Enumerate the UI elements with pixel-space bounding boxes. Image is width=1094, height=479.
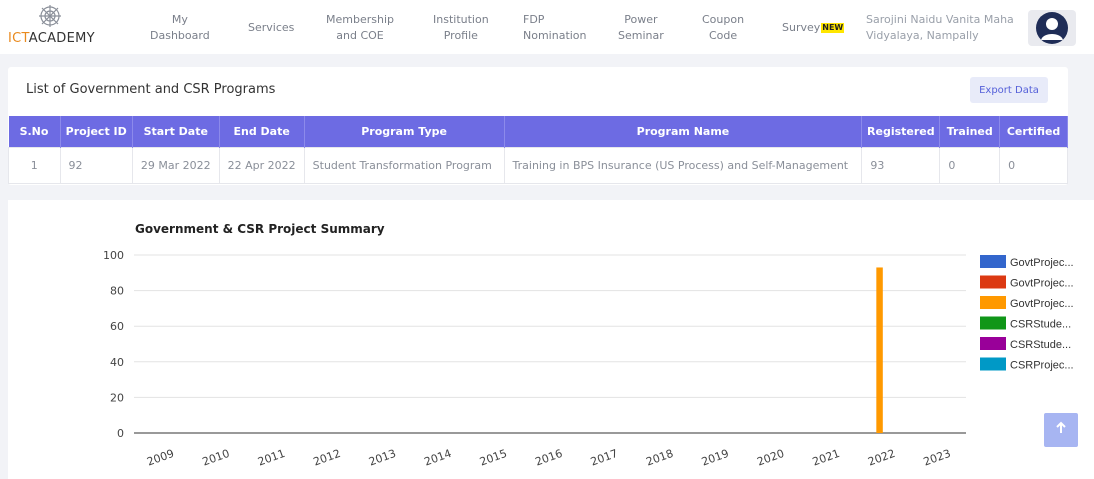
programs-card: List of Government and CSR Programs Expo… — [8, 67, 1068, 185]
x-tick-label: 2009 — [145, 447, 176, 469]
logo-mark-icon — [39, 5, 61, 27]
nav-survey-label: Survey — [782, 21, 821, 34]
y-tick-label: 80 — [110, 285, 124, 298]
export-data-button[interactable]: Export Data — [970, 77, 1048, 103]
legend-label: CSRProjec... — [1010, 360, 1074, 372]
legend-label: GovtProjec... — [1010, 257, 1074, 269]
cell-program-name: Training in BPS Insurance (US Process) a… — [503, 146, 863, 184]
x-tick-label: 2022 — [866, 447, 897, 469]
cell-project-id: 92 — [59, 146, 133, 184]
nav-fdp-nomination[interactable]: FDP Nomination — [523, 12, 587, 44]
project-summary-chart: 0 20 40 60 80 100 2009 2010 2011 2012 2013 2014 2015… — [103, 249, 1074, 469]
y-tick-label: 0 — [117, 427, 124, 440]
column-header-program-name[interactable]: Program Name — [504, 116, 863, 147]
x-tick-label: 2016 — [533, 447, 564, 469]
x-tick-label: 2011 — [256, 447, 287, 469]
x-tick-label: 2021 — [811, 447, 842, 469]
cell-sno: 1 — [8, 146, 61, 184]
table-row[interactable]: 1 92 29 Mar 2022 22 Apr 2022 Student Tra… — [8, 146, 1068, 184]
legend-label: CSRStude... — [1010, 319, 1071, 331]
logo-text: ICTACADEMY — [8, 31, 95, 46]
user-menu[interactable] — [1028, 10, 1076, 46]
x-tick-label: 2019 — [700, 447, 731, 469]
y-tick-label: 60 — [110, 320, 124, 333]
column-header-program-type[interactable]: Program Type — [304, 116, 505, 147]
nav-coupon-code[interactable]: Coupon Code — [702, 12, 744, 44]
programs-title: List of Government and CSR Programs — [26, 82, 276, 97]
column-header-registered[interactable]: Registered — [861, 116, 941, 147]
nav-institution-profile[interactable]: Institution Profile — [433, 12, 489, 44]
column-header-trained[interactable]: Trained — [939, 116, 1001, 147]
legend-label: CSRStude... — [1010, 339, 1071, 351]
x-tick-label: 2014 — [422, 447, 453, 469]
ict-academy-logo[interactable]: ICTACADEMY — [8, 4, 118, 50]
x-tick-label: 2013 — [367, 447, 398, 469]
top-navigation-bar: ICTACADEMY My Dashboard Services Members… — [0, 0, 1094, 54]
arrow-up-icon — [1056, 421, 1066, 433]
nav-services[interactable]: Services — [248, 20, 294, 36]
nav-membership-coe[interactable]: Membership and COE — [326, 12, 394, 44]
y-tick-label: 20 — [110, 391, 124, 404]
column-header-certified[interactable]: Certified — [999, 116, 1068, 147]
college-name: Sarojini Naidu Vanita Maha Vidyalaya, Na… — [866, 13, 1014, 42]
column-header-end-date[interactable]: End Date — [219, 116, 305, 147]
legend-label: GovtProjec... — [1010, 298, 1074, 310]
nav-survey[interactable]: Survey NEW — [782, 20, 845, 36]
nav-power-seminar[interactable]: Power Seminar — [618, 12, 664, 44]
legend-swatch — [980, 337, 1006, 350]
chart-card: Government & CSR Project Summary 0 20 40 60… — [8, 200, 1094, 479]
legend-label: GovtProjec... — [1010, 278, 1074, 290]
user-circle-icon — [1036, 12, 1068, 44]
legend-swatch — [980, 255, 1006, 268]
cell-end-date: 22 Apr 2022 — [218, 146, 305, 184]
scroll-to-top-button[interactable] — [1044, 413, 1078, 447]
legend-swatch — [980, 357, 1006, 371]
legend-swatch — [980, 296, 1006, 309]
y-tick-label: 100 — [103, 249, 124, 262]
column-header-project-id[interactable]: Project ID — [60, 116, 133, 147]
x-tick-label: 2015 — [478, 447, 509, 469]
x-tick-label: 2020 — [755, 447, 786, 469]
x-tick-label: 2017 — [589, 447, 620, 469]
legend-swatch — [980, 316, 1006, 330]
cell-registered: 93 — [861, 146, 941, 184]
column-header-start-date[interactable]: Start Date — [132, 116, 220, 147]
cell-start-date: 29 Mar 2022 — [131, 146, 220, 184]
cell-trained: 0 — [939, 146, 1001, 184]
x-tick-label: 2012 — [312, 447, 343, 469]
x-tick-label: 2010 — [201, 447, 232, 469]
cell-program-type: Student Transformation Program — [303, 146, 505, 184]
programs-table: S.No Project ID Start Date End Date Prog… — [8, 116, 1068, 184]
column-header-sno[interactable]: S.No — [8, 116, 61, 147]
cell-certified: 0 — [999, 146, 1068, 184]
bar — [876, 267, 883, 433]
legend-swatch — [980, 275, 1006, 289]
y-tick-label: 40 — [110, 356, 124, 369]
table-header-row: S.No Project ID Start Date End Date Prog… — [8, 116, 1068, 147]
nav-my-dashboard[interactable]: My Dashboard — [150, 12, 210, 44]
new-badge: NEW — [821, 23, 845, 33]
x-tick-label: 2023 — [922, 447, 953, 469]
x-tick-label: 2018 — [644, 447, 675, 469]
